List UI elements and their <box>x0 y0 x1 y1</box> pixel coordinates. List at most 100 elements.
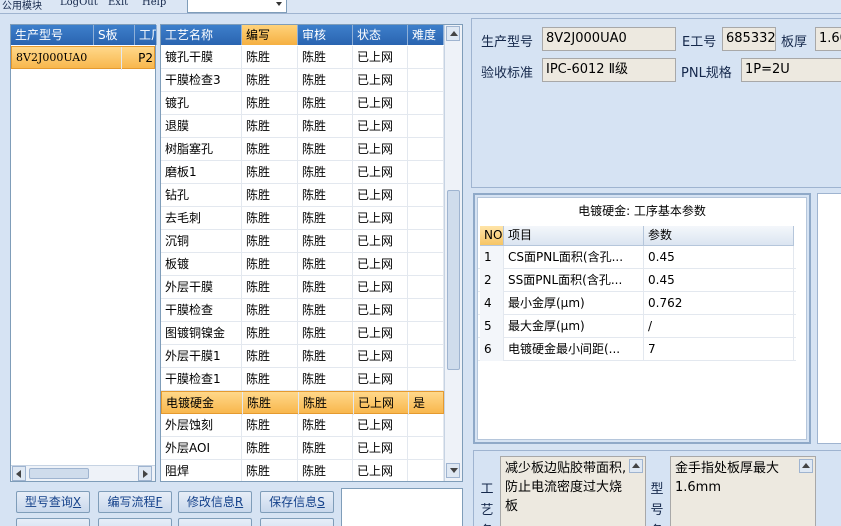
process-row[interactable]: 钻孔 陈胜 陈胜 已上网 <box>161 184 444 207</box>
hscroll-thumb[interactable] <box>29 468 89 479</box>
row2-button-3[interactable] <box>178 518 252 526</box>
no-col-header[interactable]: NO <box>480 226 504 246</box>
parameter-row[interactable]: 6 电镀硬金最小间距(... 7 <box>478 338 796 361</box>
reviewer-cell: 陈胜 <box>298 161 353 184</box>
process-row[interactable]: 树脂塞孔 陈胜 陈胜 已上网 <box>161 138 444 161</box>
arrow-down-icon <box>450 468 458 473</box>
parameter-row[interactable]: 1 CS面PNL面积(含孔... 0.45 <box>478 246 796 269</box>
menu-combo-box[interactable] <box>187 0 287 13</box>
message-box[interactable] <box>341 488 463 526</box>
status-cell: 已上网 <box>353 460 408 481</box>
standard-label: 验收标准 <box>481 66 534 81</box>
s-board-col-header[interactable]: S板 <box>94 25 135 45</box>
process-row[interactable]: 干膜检查3 陈胜 陈胜 已上网 <box>161 69 444 92</box>
process-name-col-header[interactable]: 工艺名称 <box>161 25 242 45</box>
pnl-field[interactable]: 1P=2U <box>741 58 841 82</box>
process-row[interactable]: 外层AOI 陈胜 陈胜 已上网 <box>161 437 444 460</box>
process-name-cell: 沉铜 <box>161 230 242 253</box>
arrow-up-icon <box>632 463 640 468</box>
parameter-row[interactable]: 4 最小金厚(μm) 0.762 <box>478 292 796 315</box>
scroll-up-button[interactable] <box>446 26 460 41</box>
param-no-cell: 5 <box>480 315 504 338</box>
value-col-header[interactable]: 参数 <box>644 226 794 246</box>
process-name-cell: 外层AOI <box>161 437 242 460</box>
parameter-row[interactable]: 5 最大金厚(μm) / <box>478 315 796 338</box>
process-row[interactable]: 磨板1 陈胜 陈胜 已上网 <box>161 161 444 184</box>
model-query-button[interactable]: 型号查询X <box>16 491 90 513</box>
difficulty-cell <box>408 138 444 161</box>
process-note-scroll-up[interactable] <box>629 459 643 473</box>
row2-button-1[interactable] <box>16 518 90 526</box>
reviewer-cell: 陈胜 <box>298 253 353 276</box>
row2-button-4[interactable] <box>260 518 334 526</box>
menu-help[interactable]: Help <box>142 0 166 8</box>
process-row[interactable]: 退膜 陈胜 陈胜 已上网 <box>161 115 444 138</box>
difficulty-cell <box>408 322 444 345</box>
item-col-header[interactable]: 项目 <box>504 226 644 246</box>
model-field[interactable]: 8V2J000UA0 <box>542 27 676 51</box>
save-info-button[interactable]: 保存信息S <box>260 491 334 513</box>
process-row[interactable]: 镀孔 陈胜 陈胜 已上网 <box>161 92 444 115</box>
menu-common-modules[interactable]: 公用模块 <box>2 0 42 12</box>
process-name-cell: 去毛刺 <box>161 207 242 230</box>
thickness-field[interactable]: 1.60 <box>815 27 841 51</box>
process-row[interactable]: 去毛刺 陈胜 陈胜 已上网 <box>161 207 444 230</box>
param-no-cell: 4 <box>480 292 504 315</box>
difficulty-cell <box>408 207 444 230</box>
writer-col-header[interactable]: 编写 <box>242 25 298 45</box>
factory-col-header[interactable]: 工厂 <box>135 25 157 45</box>
edit-flow-button[interactable]: 编写流程F <box>98 491 172 513</box>
process-list-panel: 工艺名称 编写 审核 状态 难度 镀孔干膜 陈胜 陈胜 已上网 干膜检查3 陈胜 陈胜 已上网… <box>160 24 463 482</box>
e-number-field[interactable]: 685332 <box>722 27 776 51</box>
writer-cell: 陈胜 <box>242 69 298 92</box>
difficulty-col-header[interactable]: 难度 <box>408 25 444 45</box>
process-row[interactable]: 外层干膜1 陈胜 陈胜 已上网 <box>161 345 444 368</box>
scroll-right-button[interactable] <box>138 466 152 481</box>
factory-cell: P2 <box>138 51 153 65</box>
process-name-cell: 退膜 <box>161 115 242 138</box>
model-row[interactable]: 8V2J000UA0 P2 <box>11 46 155 70</box>
writer-cell: 陈胜 <box>242 414 298 437</box>
process-note-field[interactable]: 减少板边贴胶带面积,防止电流密度过大烧板 <box>500 456 646 526</box>
model-note-scroll-up[interactable] <box>799 459 813 473</box>
process-name-cell: 树脂塞孔 <box>161 138 242 161</box>
writer-cell: 陈胜 <box>242 368 298 391</box>
vscroll-thumb[interactable] <box>447 190 460 370</box>
model-col-header[interactable]: 生产型号 <box>11 25 94 45</box>
process-row[interactable]: 阻焊 陈胜 陈胜 已上网 <box>161 460 444 481</box>
status-cell: 已上网 <box>353 253 408 276</box>
parameter-row[interactable]: 2 SS面PNL面积(含孔... 0.45 <box>478 269 796 292</box>
scroll-down-button[interactable] <box>446 463 460 478</box>
process-name-cell: 干膜检查3 <box>161 69 242 92</box>
writer-cell: 陈胜 <box>242 345 298 368</box>
difficulty-cell <box>408 230 444 253</box>
process-row[interactable]: 干膜检查 陈胜 陈胜 已上网 <box>161 299 444 322</box>
modify-info-button[interactable]: 修改信息R <box>178 491 252 513</box>
reviewer-cell: 陈胜 <box>298 230 353 253</box>
menu-logout[interactable]: LogOut <box>60 0 98 8</box>
process-row[interactable]: 板镀 陈胜 陈胜 已上网 <box>161 253 444 276</box>
process-row[interactable]: 镀孔干膜 陈胜 陈胜 已上网 <box>161 46 444 69</box>
row2-button-2[interactable] <box>98 518 172 526</box>
scroll-left-button[interactable] <box>12 466 26 481</box>
menu-exit[interactable]: Exit <box>108 0 128 8</box>
model-note-label: 型号备 <box>650 482 664 526</box>
process-row[interactable]: 电镀硬金 陈胜 陈胜 已上网是 <box>161 391 445 415</box>
writer-cell: 陈胜 <box>242 115 298 138</box>
standard-field[interactable]: IPC-6012 Ⅱ级 <box>542 58 676 82</box>
param-item-cell: SS面PNL面积(含孔... <box>504 269 644 292</box>
process-row[interactable]: 外层干膜 陈胜 陈胜 已上网 <box>161 276 444 299</box>
process-row[interactable]: 沉铜 陈胜 陈胜 已上网 <box>161 230 444 253</box>
reviewer-col-header[interactable]: 审核 <box>298 25 353 45</box>
model-query-label: 型号查询 <box>24 495 73 509</box>
model-note-field[interactable]: 金手指处板厚最大1.6mm <box>670 456 816 526</box>
reviewer-cell: 陈胜 <box>298 437 353 460</box>
process-row[interactable]: 干膜检查1 陈胜 陈胜 已上网 <box>161 368 444 391</box>
process-row[interactable]: 外层蚀刻 陈胜 陈胜 已上网 <box>161 414 444 437</box>
reviewer-cell: 陈胜 <box>298 92 353 115</box>
process-list-vscrollbar[interactable] <box>444 25 462 481</box>
process-row[interactable]: 图镀铜镍金 陈胜 陈胜 已上网 <box>161 322 444 345</box>
model-list-hscrollbar[interactable] <box>11 465 155 481</box>
side-panel <box>817 193 841 444</box>
status-col-header[interactable]: 状态 <box>353 25 408 45</box>
